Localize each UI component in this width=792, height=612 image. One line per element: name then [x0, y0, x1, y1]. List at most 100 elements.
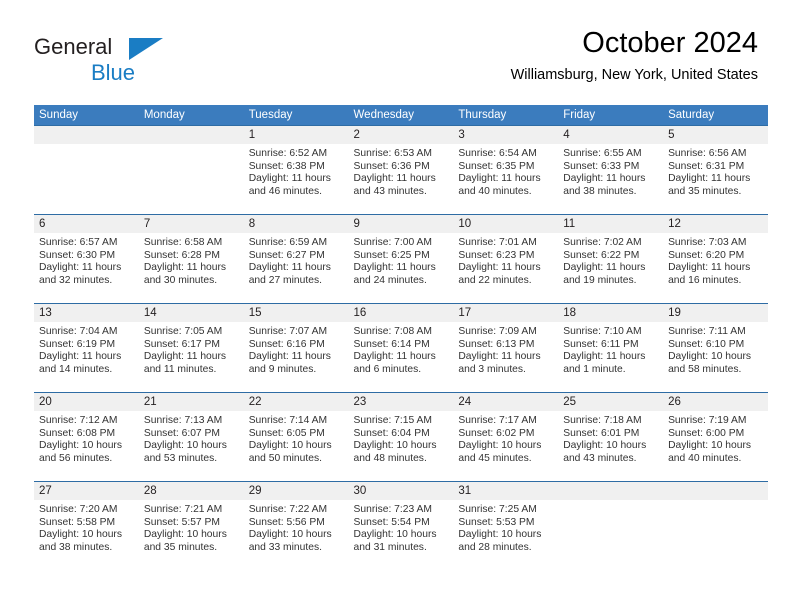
day-number: 20 — [34, 393, 139, 411]
day-details: Sunrise: 7:12 AM Sunset: 6:08 PM Daylight:… — [34, 411, 139, 465]
sunset-text: Sunset: 6:04 PM — [353, 427, 430, 439]
daylight-text: Daylight: 10 hours and 50 minutes. — [248, 440, 332, 464]
sunrise-text: Sunrise: 6:58 AM — [143, 237, 223, 248]
calendar-day-cell[interactable]: 22 Sunrise: 7:14 AM Sunset: 6:05 PM Dayligh… — [243, 392, 349, 482]
calendar-day-cell[interactable]: 10 Sunrise: 7:01 AM Sunset: 6:23 PM Dayligh… — [453, 214, 559, 304]
sunrise-text: Sunrise: 6:57 AM — [39, 237, 118, 248]
sunset-text: Sunset: 6:31 PM — [668, 160, 745, 172]
calendar-day-cell[interactable]: 24 Sunrise: 7:17 AM Sunset: 6:02 PM Dayligh… — [453, 392, 559, 482]
weekday-header-monday: Monday — [138, 105, 244, 126]
sunrise-text: Sunrise: 7:25 AM — [458, 504, 537, 515]
sunset-text: Sunset: 6:01 PM — [563, 427, 640, 439]
calendar-day-cell[interactable]: 23 Sunrise: 7:15 AM Sunset: 6:04 PM Dayligh… — [348, 392, 454, 482]
day-details: Sunrise: 7:03 AM Sunset: 6:20 PM Daylight:… — [663, 233, 768, 287]
calendar-day-cell[interactable]: 3 Sunrise: 6:54 AM Sunset: 6:35 PM Daylight… — [453, 125, 559, 215]
day-details: Sunrise: 7:15 AM Sunset: 6:04 PM Daylight:… — [349, 411, 454, 465]
calendar-day-cell[interactable]: 8 Sunrise: 6:59 AM Sunset: 6:27 PM Daylight… — [243, 214, 349, 304]
calendar-day-cell[interactable]: 30 Sunrise: 7:23 AM Sunset: 5:54 PM Dayligh… — [348, 481, 454, 571]
day-details: Sunrise: 7:23 AM Sunset: 5:54 PM Daylight:… — [349, 500, 454, 554]
calendar-head: Sunday Monday Tuesday Wednesday Thursday… — [34, 105, 768, 126]
sunrise-text: Sunrise: 7:21 AM — [143, 504, 223, 515]
day-cell-inner: 16 Sunrise: 7:08 AM Sunset: 6:14 PM Dayligh… — [348, 304, 454, 392]
calendar-day-cell[interactable]: 20 Sunrise: 7:12 AM Sunset: 6:08 PM Dayligh… — [34, 392, 139, 482]
calendar-day-cell[interactable]: 2 Sunrise: 6:53 AM Sunset: 6:36 PM Daylight… — [348, 125, 454, 215]
calendar-day-cell[interactable]: 17 Sunrise: 7:09 AM Sunset: 6:13 PM Dayligh… — [453, 303, 559, 393]
weekday-header-wednesday: Wednesday — [348, 105, 454, 126]
page-title: October 2024 — [582, 27, 758, 59]
daylight-text: Daylight: 11 hours and 11 minutes. — [143, 351, 227, 375]
daylight-text: Daylight: 11 hours and 30 minutes. — [143, 262, 227, 286]
calendar-day-cell[interactable]: 14 Sunrise: 7:05 AM Sunset: 6:17 PM Dayligh… — [138, 303, 244, 393]
day-number — [34, 126, 139, 144]
day-cell-inner: 12 Sunrise: 7:03 AM Sunset: 6:20 PM Dayligh… — [663, 215, 768, 303]
calendar-day-cell[interactable]: 26 Sunrise: 7:19 AM Sunset: 6:00 PM Dayligh… — [663, 392, 768, 482]
calendar-day-cell[interactable]: 27 Sunrise: 7:20 AM Sunset: 5:58 PM Dayligh… — [34, 481, 139, 571]
calendar-day-cell[interactable]: 21 Sunrise: 7:13 AM Sunset: 6:07 PM Dayligh… — [138, 392, 244, 482]
calendar-day-cell[interactable]: 9 Sunrise: 7:00 AM Sunset: 6:25 PM Daylight… — [348, 214, 454, 304]
calendar-day-cell[interactable]: 15 Sunrise: 7:07 AM Sunset: 6:16 PM Dayligh… — [243, 303, 349, 393]
calendar-day-cell[interactable]: 11 Sunrise: 7:02 AM Sunset: 6:22 PM Dayligh… — [558, 214, 664, 304]
sunrise-text: Sunrise: 7:08 AM — [353, 326, 432, 337]
day-number — [138, 126, 244, 144]
calendar-day-cell[interactable]: 29 Sunrise: 7:22 AM Sunset: 5:56 PM Dayligh… — [243, 481, 349, 571]
sunrise-text: Sunrise: 7:09 AM — [458, 326, 537, 337]
calendar-day-cell[interactable]: 6 Sunrise: 6:57 AM Sunset: 6:30 PM Daylight… — [34, 214, 139, 304]
logo-text-blue: Blue — [91, 60, 136, 85]
calendar-day-cell[interactable]: 5 Sunrise: 6:56 AM Sunset: 6:31 PM Daylight… — [663, 125, 768, 215]
day-number: 5 — [663, 126, 768, 144]
day-cell-inner: 19 Sunrise: 7:11 AM Sunset: 6:10 PM Dayligh… — [663, 304, 768, 392]
weekday-header-saturday: Saturday — [663, 105, 768, 126]
sunset-text: Sunset: 5:54 PM — [353, 516, 430, 528]
sunset-text: Sunset: 6:28 PM — [143, 249, 220, 261]
sunrise-text: Sunrise: 7:03 AM — [668, 237, 747, 248]
page-header: General Blue October 2024 Williamsburg, … — [34, 26, 758, 94]
day-number: 14 — [138, 304, 244, 322]
calendar-day-cell[interactable]: 28 Sunrise: 7:21 AM Sunset: 5:57 PM Dayligh… — [138, 481, 244, 571]
calendar-day-cell[interactable]: 19 Sunrise: 7:11 AM Sunset: 6:10 PM Dayligh… — [663, 303, 768, 393]
day-number: 4 — [558, 126, 664, 144]
calendar-day-cell[interactable]: 12 Sunrise: 7:03 AM Sunset: 6:20 PM Dayligh… — [663, 214, 768, 304]
calendar-day-cell[interactable]: 25 Sunrise: 7:18 AM Sunset: 6:01 PM Dayligh… — [558, 392, 664, 482]
calendar-day-cell[interactable]: 31 Sunrise: 7:25 AM Sunset: 5:53 PM Dayligh… — [453, 481, 559, 571]
sunset-text: Sunset: 6:00 PM — [668, 427, 745, 439]
sunset-text: Sunset: 6:38 PM — [248, 160, 325, 172]
sunrise-text: Sunrise: 7:10 AM — [563, 326, 642, 337]
calendar-week-row: 13 Sunrise: 7:04 AM Sunset: 6:19 PM Dayligh… — [34, 303, 768, 393]
day-details: Sunrise: 7:08 AM Sunset: 6:14 PM Daylight:… — [349, 322, 454, 376]
day-details: Sunrise: 7:10 AM Sunset: 6:11 PM Daylight:… — [558, 322, 663, 376]
day-cell-inner: 28 Sunrise: 7:21 AM Sunset: 5:57 PM Dayligh… — [138, 482, 244, 571]
calendar-day-cell[interactable]: 7 Sunrise: 6:58 AM Sunset: 6:28 PM Daylight… — [138, 214, 244, 304]
daylight-text: Daylight: 11 hours and 14 minutes. — [39, 351, 122, 375]
day-cell-inner: 1 Sunrise: 6:52 AM Sunset: 6:38 PM Daylight… — [243, 126, 349, 214]
daylight-text: Daylight: 11 hours and 6 minutes. — [353, 351, 436, 375]
day-details: Sunrise: 7:18 AM Sunset: 6:01 PM Daylight:… — [558, 411, 663, 465]
calendar-day-cell[interactable]: 18 Sunrise: 7:10 AM Sunset: 6:11 PM Dayligh… — [558, 303, 664, 393]
calendar-week-row: 6 Sunrise: 6:57 AM Sunset: 6:30 PM Daylight… — [34, 214, 768, 304]
calendar-day-cell[interactable]: 4 Sunrise: 6:55 AM Sunset: 6:33 PM Daylight… — [558, 125, 664, 215]
daylight-text: Daylight: 10 hours and 48 minutes. — [353, 440, 437, 464]
day-number: 16 — [348, 304, 454, 322]
sunrise-text: Sunrise: 7:04 AM — [39, 326, 118, 337]
sunrise-text: Sunrise: 7:13 AM — [143, 415, 223, 426]
sunset-text: Sunset: 6:22 PM — [563, 249, 640, 261]
day-number: 26 — [663, 393, 768, 411]
day-cell-inner — [663, 482, 768, 571]
day-details: Sunrise: 7:22 AM Sunset: 5:56 PM Daylight:… — [244, 500, 349, 554]
sunset-text: Sunset: 6:35 PM — [458, 160, 535, 172]
sunrise-text: Sunrise: 6:55 AM — [563, 148, 642, 159]
daylight-text: Daylight: 10 hours and 40 minutes. — [668, 440, 752, 464]
sunrise-text: Sunrise: 7:23 AM — [353, 504, 432, 515]
calendar-day-cell[interactable]: 1 Sunrise: 6:52 AM Sunset: 6:38 PM Daylight… — [243, 125, 349, 215]
calendar-day-cell[interactable]: 16 Sunrise: 7:08 AM Sunset: 6:14 PM Dayligh… — [348, 303, 454, 393]
day-cell-inner: 10 Sunrise: 7:01 AM Sunset: 6:23 PM Dayligh… — [453, 215, 559, 303]
daylight-text: Daylight: 10 hours and 43 minutes. — [563, 440, 647, 464]
day-number: 15 — [243, 304, 349, 322]
day-number: 25 — [558, 393, 664, 411]
day-number: 9 — [348, 215, 454, 233]
calendar-day-cell[interactable]: 13 Sunrise: 7:04 AM Sunset: 6:19 PM Dayligh… — [34, 303, 139, 393]
day-number: 12 — [663, 215, 768, 233]
sunset-text: Sunset: 6:10 PM — [668, 338, 745, 350]
day-number: 29 — [243, 482, 349, 500]
day-number: 3 — [453, 126, 559, 144]
daylight-text: Daylight: 11 hours and 38 minutes. — [563, 173, 646, 197]
